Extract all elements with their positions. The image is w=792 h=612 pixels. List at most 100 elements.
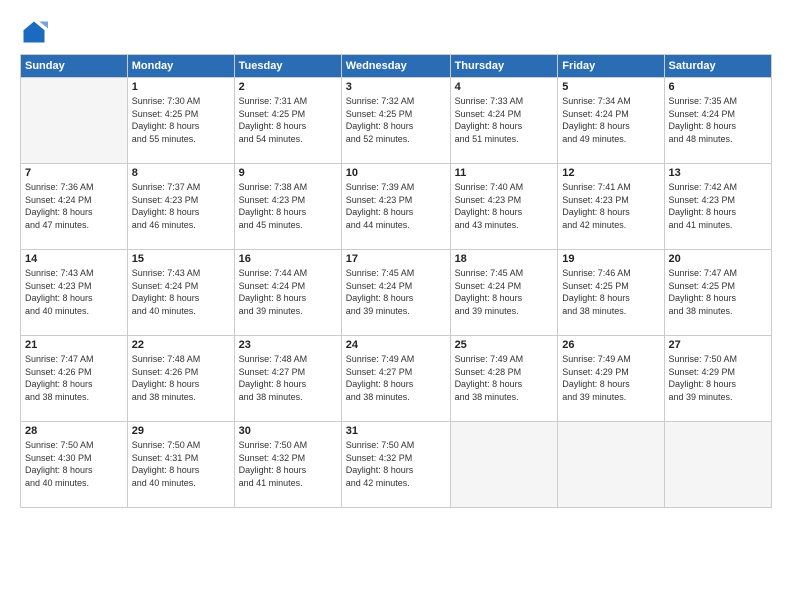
calendar-cell: 3 Sunrise: 7:32 AM Sunset: 4:25 PM Daylig… — [341, 78, 450, 164]
day-info: Sunrise: 7:37 AM Sunset: 4:23 PM Dayligh… — [132, 181, 230, 231]
day-number: 24 — [346, 339, 446, 351]
day-number: 31 — [346, 425, 446, 437]
day-info: Sunrise: 7:47 AM Sunset: 4:25 PM Dayligh… — [669, 267, 767, 317]
day-number: 9 — [239, 167, 337, 179]
calendar-week-row: 28Sunrise: 7:50 AM Sunset: 4:30 PM Dayli… — [21, 422, 772, 508]
day-number: 7 — [25, 167, 123, 179]
day-info: Sunrise: 7:48 AM Sunset: 4:27 PM Dayligh… — [239, 353, 337, 403]
day-info: Sunrise: 7:31 AM Sunset: 4:25 PM Dayligh… — [239, 95, 337, 145]
day-info: Sunrise: 7:50 AM Sunset: 4:32 PM Dayligh… — [239, 439, 337, 489]
calendar-cell: 28Sunrise: 7:50 AM Sunset: 4:30 PM Dayli… — [21, 422, 128, 508]
day-number: 20 — [669, 253, 767, 265]
calendar-cell — [558, 422, 664, 508]
weekday-header: Saturday — [664, 55, 771, 78]
calendar-cell: 6 Sunrise: 7:35 AM Sunset: 4:24 PM Daylig… — [664, 78, 771, 164]
calendar-cell: 21 Sunrise: 7:47 AM Sunset: 4:26 PM Dayli… — [21, 336, 128, 422]
calendar-week-row: 1 Sunrise: 7:30 AM Sunset: 4:25 PM Daylig… — [21, 78, 772, 164]
day-number: 22 — [132, 339, 230, 351]
day-info: Sunrise: 7:50 AM Sunset: 4:32 PM Dayligh… — [346, 439, 446, 489]
calendar-cell — [21, 78, 128, 164]
day-number: 12 — [562, 167, 659, 179]
day-info: Sunrise: 7:35 AM Sunset: 4:24 PM Dayligh… — [669, 95, 767, 145]
calendar-cell: 31 Sunrise: 7:50 AM Sunset: 4:32 PM Dayli… — [341, 422, 450, 508]
calendar-cell: 9 Sunrise: 7:38 AM Sunset: 4:23 PM Daylig… — [234, 164, 341, 250]
day-number: 10 — [346, 167, 446, 179]
weekday-header: Friday — [558, 55, 664, 78]
day-number: 1 — [132, 81, 230, 93]
calendar-cell — [450, 422, 558, 508]
calendar-cell: 2 Sunrise: 7:31 AM Sunset: 4:25 PM Daylig… — [234, 78, 341, 164]
calendar-table: SundayMondayTuesdayWednesdayThursdayFrid… — [20, 54, 772, 508]
day-info: Sunrise: 7:49 AM Sunset: 4:29 PM Dayligh… — [562, 353, 659, 403]
day-info: Sunrise: 7:49 AM Sunset: 4:27 PM Dayligh… — [346, 353, 446, 403]
day-info: Sunrise: 7:50 AM Sunset: 4:29 PM Dayligh… — [669, 353, 767, 403]
calendar-cell: 7 Sunrise: 7:36 AM Sunset: 4:24 PM Daylig… — [21, 164, 128, 250]
day-number: 29 — [132, 425, 230, 437]
day-info: Sunrise: 7:45 AM Sunset: 4:24 PM Dayligh… — [455, 267, 554, 317]
calendar-cell: 14Sunrise: 7:43 AM Sunset: 4:23 PM Dayli… — [21, 250, 128, 336]
day-info: Sunrise: 7:49 AM Sunset: 4:28 PM Dayligh… — [455, 353, 554, 403]
day-info: Sunrise: 7:41 AM Sunset: 4:23 PM Dayligh… — [562, 181, 659, 231]
calendar-cell: 20 Sunrise: 7:47 AM Sunset: 4:25 PM Dayli… — [664, 250, 771, 336]
calendar-cell: 13 Sunrise: 7:42 AM Sunset: 4:23 PM Dayli… — [664, 164, 771, 250]
day-number: 15 — [132, 253, 230, 265]
calendar-week-row: 7 Sunrise: 7:36 AM Sunset: 4:24 PM Daylig… — [21, 164, 772, 250]
day-number: 13 — [669, 167, 767, 179]
day-info: Sunrise: 7:43 AM Sunset: 4:24 PM Dayligh… — [132, 267, 230, 317]
day-number: 5 — [562, 81, 659, 93]
calendar-cell: 29 Sunrise: 7:50 AM Sunset: 4:31 PM Dayli… — [127, 422, 234, 508]
calendar-cell: 1 Sunrise: 7:30 AM Sunset: 4:25 PM Daylig… — [127, 78, 234, 164]
calendar-week-row: 14Sunrise: 7:43 AM Sunset: 4:23 PM Dayli… — [21, 250, 772, 336]
calendar-cell: 30 Sunrise: 7:50 AM Sunset: 4:32 PM Dayli… — [234, 422, 341, 508]
calendar-cell — [664, 422, 771, 508]
day-info: Sunrise: 7:33 AM Sunset: 4:24 PM Dayligh… — [455, 95, 554, 145]
day-info: Sunrise: 7:36 AM Sunset: 4:24 PM Dayligh… — [25, 181, 123, 231]
day-info: Sunrise: 7:42 AM Sunset: 4:23 PM Dayligh… — [669, 181, 767, 231]
day-info: Sunrise: 7:38 AM Sunset: 4:23 PM Dayligh… — [239, 181, 337, 231]
page: SundayMondayTuesdayWednesdayThursdayFrid… — [0, 0, 792, 612]
calendar-cell: 26 Sunrise: 7:49 AM Sunset: 4:29 PM Dayli… — [558, 336, 664, 422]
day-info: Sunrise: 7:44 AM Sunset: 4:24 PM Dayligh… — [239, 267, 337, 317]
calendar-cell: 12 Sunrise: 7:41 AM Sunset: 4:23 PM Dayli… — [558, 164, 664, 250]
calendar-week-row: 21 Sunrise: 7:47 AM Sunset: 4:26 PM Dayli… — [21, 336, 772, 422]
weekday-header: Sunday — [21, 55, 128, 78]
day-info: Sunrise: 7:48 AM Sunset: 4:26 PM Dayligh… — [132, 353, 230, 403]
calendar-cell: 27 Sunrise: 7:50 AM Sunset: 4:29 PM Dayli… — [664, 336, 771, 422]
day-info: Sunrise: 7:30 AM Sunset: 4:25 PM Dayligh… — [132, 95, 230, 145]
calendar-cell: 16Sunrise: 7:44 AM Sunset: 4:24 PM Dayli… — [234, 250, 341, 336]
day-info: Sunrise: 7:32 AM Sunset: 4:25 PM Dayligh… — [346, 95, 446, 145]
day-number: 3 — [346, 81, 446, 93]
day-info: Sunrise: 7:50 AM Sunset: 4:31 PM Dayligh… — [132, 439, 230, 489]
calendar-cell: 19Sunrise: 7:46 AM Sunset: 4:25 PM Dayli… — [558, 250, 664, 336]
logo — [20, 18, 52, 46]
day-number: 25 — [455, 339, 554, 351]
calendar-cell: 10Sunrise: 7:39 AM Sunset: 4:23 PM Dayli… — [341, 164, 450, 250]
calendar-cell: 4Sunrise: 7:33 AM Sunset: 4:24 PM Daylig… — [450, 78, 558, 164]
calendar-cell: 15 Sunrise: 7:43 AM Sunset: 4:24 PM Dayli… — [127, 250, 234, 336]
day-number: 26 — [562, 339, 659, 351]
calendar-cell: 17 Sunrise: 7:45 AM Sunset: 4:24 PM Dayli… — [341, 250, 450, 336]
day-number: 17 — [346, 253, 446, 265]
calendar-cell: 22 Sunrise: 7:48 AM Sunset: 4:26 PM Dayli… — [127, 336, 234, 422]
calendar-cell: 23 Sunrise: 7:48 AM Sunset: 4:27 PM Dayli… — [234, 336, 341, 422]
calendar-cell: 25 Sunrise: 7:49 AM Sunset: 4:28 PM Dayli… — [450, 336, 558, 422]
weekday-header: Monday — [127, 55, 234, 78]
day-number: 30 — [239, 425, 337, 437]
day-number: 2 — [239, 81, 337, 93]
calendar-cell: 11Sunrise: 7:40 AM Sunset: 4:23 PM Dayli… — [450, 164, 558, 250]
day-number: 23 — [239, 339, 337, 351]
calendar-cell: 18 Sunrise: 7:45 AM Sunset: 4:24 PM Dayli… — [450, 250, 558, 336]
day-number: 18 — [455, 253, 554, 265]
day-number: 21 — [25, 339, 123, 351]
calendar-cell: 24 Sunrise: 7:49 AM Sunset: 4:27 PM Dayli… — [341, 336, 450, 422]
calendar-cell: 5Sunrise: 7:34 AM Sunset: 4:24 PM Daylig… — [558, 78, 664, 164]
day-info: Sunrise: 7:50 AM Sunset: 4:30 PM Dayligh… — [25, 439, 123, 489]
day-info: Sunrise: 7:47 AM Sunset: 4:26 PM Dayligh… — [25, 353, 123, 403]
weekday-header: Wednesday — [341, 55, 450, 78]
calendar-header-row: SundayMondayTuesdayWednesdayThursdayFrid… — [21, 55, 772, 78]
day-number: 27 — [669, 339, 767, 351]
day-info: Sunrise: 7:45 AM Sunset: 4:24 PM Dayligh… — [346, 267, 446, 317]
weekday-header: Thursday — [450, 55, 558, 78]
day-number: 11 — [455, 167, 554, 179]
day-number: 6 — [669, 81, 767, 93]
